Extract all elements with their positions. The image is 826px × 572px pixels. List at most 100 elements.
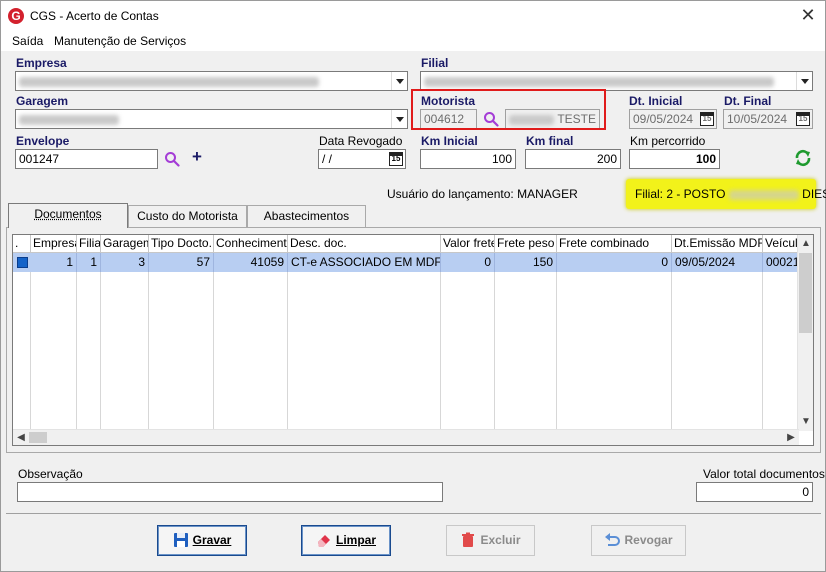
dt-final-field[interactable]: 10/05/2024 15	[723, 109, 813, 129]
cell-garagem: 3	[101, 253, 149, 272]
filial-value-redacted	[424, 76, 774, 87]
col-header-conhecimento[interactable]: Conhecimento	[214, 235, 288, 253]
filial-select[interactable]	[420, 71, 813, 91]
chevron-down-icon[interactable]: ▼	[799, 415, 813, 429]
grid-divider	[494, 272, 495, 429]
dt-final-value: 10/05/2024	[727, 112, 788, 126]
data-revogado-field[interactable]: / / 15	[318, 149, 406, 169]
limpar-label: Limpar	[335, 533, 376, 547]
data-revogado-value: / /	[322, 152, 333, 166]
vertical-scrollbar[interactable]: ▲ ▼	[797, 235, 813, 431]
cell-valor-frete: 0	[441, 253, 495, 272]
col-header-veiculo[interactable]: Veículo	[763, 235, 799, 253]
close-button[interactable]: ✕	[797, 6, 819, 26]
filial-badge: Filial: 2 - POSTO DIESEL	[626, 179, 826, 209]
eraser-icon	[317, 534, 330, 547]
row-selector-checkbox[interactable]	[17, 257, 28, 268]
chevron-up-icon[interactable]: ▲	[799, 237, 813, 251]
vertical-scroll-thumb[interactable]	[799, 253, 812, 333]
km-inicial-label: Km Inicial	[421, 134, 478, 148]
col-header-tipo-docto[interactable]: Tipo Docto.	[149, 235, 214, 253]
chevron-down-icon[interactable]	[391, 110, 407, 128]
horizontal-scroll-thumb[interactable]	[29, 432, 47, 443]
filial-badge-redacted	[728, 189, 799, 200]
col-header-filial[interactable]: Filial	[77, 235, 101, 253]
grid-divider	[30, 272, 31, 429]
horizontal-scrollbar[interactable]: ◀ ▶	[13, 429, 799, 445]
grid-divider	[440, 272, 441, 429]
km-inicial-field[interactable]: 100	[420, 149, 516, 169]
grid-divider	[148, 272, 149, 429]
col-header-desc-doc[interactable]: Desc. doc.	[288, 235, 441, 253]
empresa-value-redacted	[19, 76, 319, 87]
chevron-down-icon[interactable]	[796, 72, 812, 90]
tab-custo-motorista[interactable]: Custo do Motorista	[128, 205, 247, 227]
empresa-select[interactable]	[15, 71, 408, 91]
calendar-icon[interactable]: 15	[700, 112, 714, 126]
garagem-label: Garagem	[16, 94, 69, 108]
col-header-dt-emissao-mdfe[interactable]: Dt.Emissão MDFe	[672, 235, 763, 253]
observacao-field[interactable]	[17, 482, 443, 502]
dt-inicial-field[interactable]: 09/05/2024 15	[629, 109, 717, 129]
grid-divider	[671, 272, 672, 429]
dt-final-label: Dt. Final	[724, 94, 772, 108]
cell-tipo-docto: 57	[149, 253, 214, 272]
cell-conhecimento: 41059	[214, 253, 288, 272]
add-icon[interactable]: +	[192, 147, 202, 167]
refresh-icon[interactable]	[794, 149, 812, 167]
search-icon[interactable]	[164, 151, 180, 167]
km-final-field[interactable]: 200	[525, 149, 621, 169]
col-header-valor-frete[interactable]: Valor frete	[441, 235, 495, 253]
documentos-panel: . Empresa Filial Garagem Tipo Docto. Con…	[6, 227, 821, 453]
grid-divider	[287, 272, 288, 429]
garagem-value-redacted	[19, 114, 119, 125]
trash-icon	[462, 532, 475, 547]
menu-manutencao-servicos[interactable]: Manutenção de Serviços	[54, 34, 186, 48]
calendar-icon[interactable]: 15	[796, 112, 810, 126]
chevron-down-icon[interactable]	[391, 72, 407, 90]
col-header-frete-combinado[interactable]: Frete combinado	[557, 235, 672, 253]
km-percorrido-label: Km percorrido	[630, 134, 706, 148]
cell-veiculo: 000212	[766, 255, 799, 269]
valor-total-field: 0	[696, 482, 813, 502]
filial-label: Filial	[421, 56, 449, 70]
footer-divider	[6, 513, 821, 514]
col-header-empresa[interactable]: Empresa	[31, 235, 77, 253]
documentos-grid[interactable]: . Empresa Filial Garagem Tipo Docto. Con…	[12, 234, 814, 446]
cell-filial: 1	[77, 253, 101, 272]
filial-badge-prefix: Filial: 2 - POSTO	[635, 187, 726, 201]
empresa-label: Empresa	[16, 56, 67, 70]
grid-divider	[100, 272, 101, 429]
limpar-button[interactable]: Limpar	[301, 525, 391, 556]
tab-documentos[interactable]: Documentos	[8, 203, 128, 228]
gravar-button[interactable]: Gravar	[157, 525, 247, 556]
tab-abastecimentos[interactable]: Abastecimentos	[247, 205, 366, 227]
envelope-label: Envelope	[16, 134, 70, 148]
excluir-label: Excluir	[480, 533, 521, 547]
menu-bar: Saída Manutenção de Serviços	[1, 31, 825, 51]
col-header-frete-peso[interactable]: Frete peso	[495, 235, 557, 253]
cell-frete-combinado: 0	[557, 253, 672, 272]
envelope-field[interactable]: 001247	[15, 149, 158, 169]
observacao-label: Observação	[18, 467, 83, 481]
garagem-select[interactable]	[15, 109, 408, 129]
menu-saida[interactable]: Saída	[12, 34, 43, 48]
calendar-icon[interactable]: 15	[389, 152, 403, 166]
chevron-left-icon[interactable]: ◀	[14, 431, 28, 445]
km-percorrido-field: 100	[629, 149, 720, 169]
grid-divider	[213, 272, 214, 429]
cell-empresa: 1	[31, 253, 77, 272]
undo-icon	[605, 532, 621, 546]
save-icon	[173, 532, 188, 547]
col-header-garagem[interactable]: Garagem	[101, 235, 149, 253]
excluir-button[interactable]: Excluir	[446, 525, 535, 556]
data-revogado-label: Data Revogado	[319, 134, 403, 148]
motorista-highlight-box	[411, 89, 606, 130]
filial-badge-suffix: DIESEL	[802, 187, 826, 201]
chevron-right-icon[interactable]: ▶	[784, 431, 798, 445]
valor-total-label: Valor total documentos	[703, 467, 825, 481]
grid-divider	[556, 272, 557, 429]
revogar-button[interactable]: Revogar	[591, 525, 686, 556]
dt-inicial-label: Dt. Inicial	[629, 94, 683, 108]
col-header-select[interactable]: .	[13, 235, 31, 253]
